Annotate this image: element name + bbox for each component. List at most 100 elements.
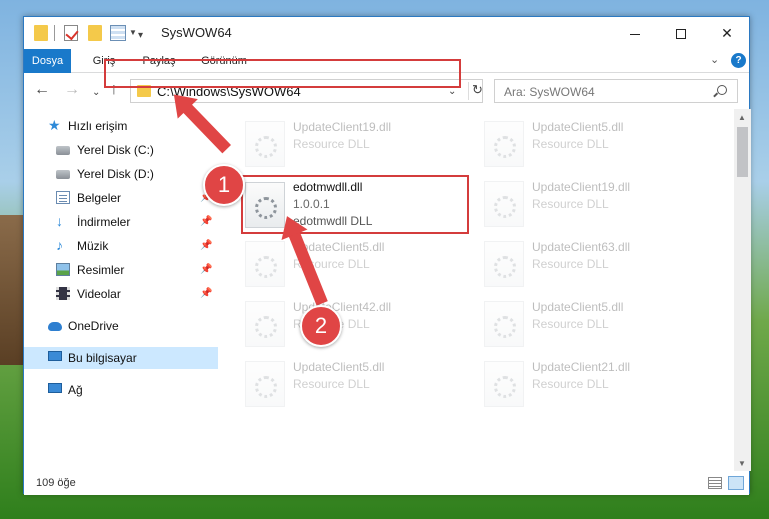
file-name: UpdateClient19.dll [293,120,392,134]
maximize-icon [676,29,686,40]
dll-file-icon [245,361,285,407]
pin-icon[interactable]: 📌 [200,240,212,251]
pictures-icon [56,263,70,276]
title-bar: ▼ ▾ SysWOW64 ✕ [24,17,749,49]
file-item[interactable]: UpdateClient19.dll Resource DLL [484,177,714,233]
file-name: UpdateClient21.dll [532,360,631,374]
file-description: Resource DLL [532,137,609,151]
sidebar-item-network[interactable]: Ağ [24,379,218,401]
sidebar-item-label: İndirmeler [77,215,131,229]
dll-file-icon [484,181,524,227]
minimize-icon [630,33,640,35]
pin-icon[interactable]: 📌 [200,264,212,275]
file-description: Resource DLL [532,317,609,331]
recent-locations-icon[interactable]: ⌄ [92,85,100,101]
scroll-down-icon[interactable]: ▼ [738,459,746,468]
new-folder-icon[interactable] [88,25,102,41]
details-view-icon[interactable] [708,477,722,489]
search-icon[interactable] [717,85,727,95]
downloads-icon: ↓ [56,213,63,229]
search-placeholder: Ara: SysWOW64 [504,85,595,99]
dll-file-icon [245,121,285,167]
dll-file-icon [245,241,285,287]
file-name: UpdateClient63.dll [532,240,631,254]
file-item[interactable]: UpdateClient42.dll Resource DLL [245,297,475,353]
search-input[interactable]: Ara: SysWOW64 [494,79,738,103]
sidebar-item-documents[interactable]: Belgeler 📌 [24,187,218,209]
sidebar-item-this-pc[interactable]: Bu bilgisayar [24,347,218,369]
help-icon[interactable]: ? [731,53,746,68]
sidebar-item-label: Müzik [77,239,109,253]
pin-icon[interactable]: 📌 [200,288,212,299]
file-item[interactable]: UpdateClient5.dll Resource DLL [245,237,475,293]
music-icon: ♪ [56,237,63,253]
refresh-icon[interactable]: ↻ [468,82,484,100]
documents-icon [56,191,70,204]
file-item[interactable]: UpdateClient19.dll Resource DLL [245,117,475,173]
status-bar: 109 öğe [24,471,749,495]
sidebar-item-label: Yerel Disk (C:) [77,143,154,157]
sidebar-item-label: Hızlı erişim [68,119,128,133]
file-name: UpdateClient5.dll [532,300,624,314]
sidebar-item-label: Bu bilgisayar [68,351,137,365]
network-icon [48,383,62,393]
maximize-button[interactable] [658,17,704,49]
file-list: UpdateClient19.dll Resource DLL edotmwdl… [220,109,734,471]
sidebar-item-onedrive[interactable]: OneDrive [24,315,218,337]
file-description: Resource DLL [532,377,609,391]
back-button[interactable]: ← [34,82,50,98]
file-item[interactable]: UpdateClient5.dll Resource DLL [245,357,475,413]
view-options-icon[interactable] [110,25,126,41]
sidebar-item-label: Belgeler [77,191,122,205]
videos-icon [56,287,70,300]
file-description: Resource DLL [293,377,370,391]
dll-file-icon [484,241,524,287]
tiles-view-icon[interactable] [728,476,744,490]
file-item[interactable]: UpdateClient5.dll Resource DLL [484,297,714,353]
background-scenery [0,215,24,365]
sidebar-item-disk-c[interactable]: Yerel Disk (C:) [24,139,218,161]
file-name: UpdateClient19.dll [532,180,631,194]
dll-file-icon [484,361,524,407]
file-description: Resource DLL [293,137,370,151]
scroll-thumb[interactable] [737,127,748,177]
folder-icon [34,25,48,41]
close-icon: ✕ [721,25,733,41]
star-icon: ★ [48,117,61,133]
minimize-button[interactable] [612,17,658,49]
file-item[interactable]: UpdateClient5.dll Resource DLL [484,117,714,173]
file-name: UpdateClient5.dll [532,120,624,134]
file-item[interactable]: UpdateClient63.dll Resource DLL [484,237,714,293]
customize-toolbar-icon[interactable]: ▾ [138,30,143,41]
sidebar-item-label: Resimler [77,263,125,277]
pin-icon[interactable]: 📌 [200,216,212,227]
sidebar-item-label: Videolar [77,287,121,301]
step-badge-1: 1 [203,164,245,206]
tab-dosya[interactable]: Dosya [24,49,71,73]
window-title: SysWOW64 [161,25,232,40]
scroll-up-icon[interactable]: ▲ [738,113,746,122]
file-description: Resource DLL [532,257,609,271]
sidebar-item-downloads[interactable]: ↓ İndirmeler 📌 [24,211,218,233]
dll-file-icon [245,301,285,347]
close-button[interactable]: ✕ [704,17,750,49]
dll-file-icon [484,121,524,167]
ribbon-expand-icon[interactable]: ⌄ [710,53,719,66]
forward-button[interactable]: → [64,82,80,98]
item-count: 109 öğe [36,477,76,489]
sidebar-item-music[interactable]: ♪ Müzik 📌 [24,235,218,257]
vertical-scrollbar[interactable]: ▲ ▼ [734,109,751,471]
properties-check-icon[interactable] [64,25,78,41]
this-pc-icon [48,351,62,361]
sidebar-item-label: Ağ [68,383,83,397]
chevron-down-icon[interactable]: ▼ [129,28,137,37]
disk-icon [56,146,70,155]
sidebar-item-label: OneDrive [68,319,119,333]
sidebar-item-videos[interactable]: Videolar 📌 [24,283,218,305]
sidebar-item-disk-d[interactable]: Yerel Disk (D:) [24,163,218,185]
sidebar-item-pictures[interactable]: Resimler 📌 [24,259,218,281]
onedrive-icon [48,322,62,331]
file-name: UpdateClient5.dll [293,360,385,374]
file-item[interactable]: UpdateClient21.dll Resource DLL [484,357,714,413]
disk-icon [56,170,70,179]
